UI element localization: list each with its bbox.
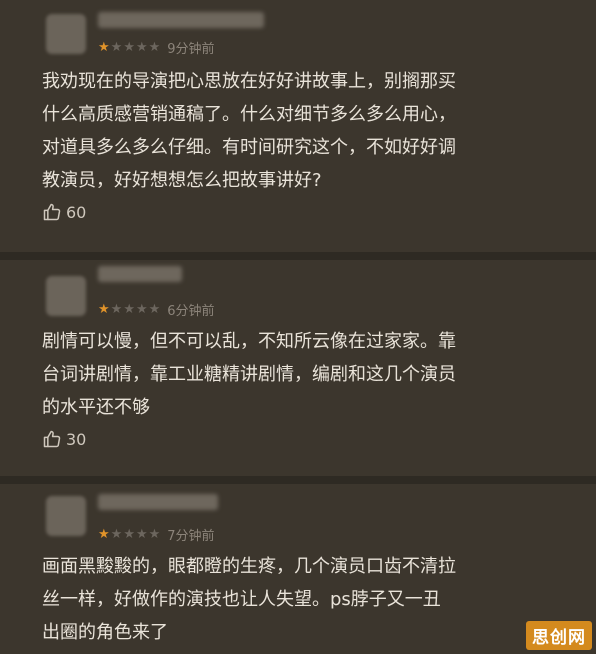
avatar[interactable]	[46, 496, 86, 536]
like-count: 30	[66, 429, 87, 449]
divider	[0, 476, 596, 484]
review-card: ★ ★ ★ ★ ★ 7分钟前 画面黑黢黢的，眼都瞪的生疼，几个演员口齿不清拉 丝…	[0, 484, 596, 654]
star-rating: ★ ★ ★ ★ ★	[98, 41, 161, 54]
star-icon: ★	[98, 526, 110, 542]
review-card: ★ ★ ★ ★ ★ 9分钟前 我劝现在的导演把心思放在好好讲故事上，别搁那买 什…	[0, 0, 596, 260]
username-blurred[interactable]	[98, 266, 182, 282]
star-icon: ★	[98, 39, 110, 55]
star-icon: ★	[123, 301, 135, 317]
star-icon: ★	[148, 526, 161, 542]
star-icon: ★	[110, 39, 123, 55]
divider	[0, 252, 596, 260]
star-icon: ★	[123, 39, 135, 55]
star-rating: ★ ★ ★ ★ ★	[98, 528, 161, 541]
review-time: 7分钟前	[167, 528, 215, 544]
star-icon: ★	[135, 301, 148, 317]
like-count: 60	[66, 202, 87, 222]
star-icon: ★	[98, 301, 110, 317]
like-button[interactable]: 60	[42, 201, 86, 223]
avatar[interactable]	[46, 14, 86, 54]
username-blurred[interactable]	[98, 494, 218, 510]
review-meta: ★ ★ ★ ★ ★ 6分钟前	[98, 300, 215, 319]
review-text: 我劝现在的导演把心思放在好好讲故事上，别搁那买 什么高质感营销通稿了。什么对细节…	[42, 71, 456, 191]
review-meta: ★ ★ ★ ★ ★ 7分钟前	[98, 525, 215, 544]
star-icon: ★	[148, 301, 161, 317]
review-text: 剧情可以慢，但不可以乱，不知所云像在过家家。靠 台词讲剧情，靠工业糖精讲剧情，编…	[42, 331, 456, 418]
star-icon: ★	[148, 39, 161, 55]
review-text: 画面黑黢黢的，眼都瞪的生疼，几个演员口齿不清拉 丝一样，好做作的演技也让人失望。…	[42, 556, 456, 643]
star-rating: ★ ★ ★ ★ ★	[98, 303, 161, 316]
star-icon: ★	[123, 526, 135, 542]
username-blurred[interactable]	[98, 12, 264, 28]
like-button[interactable]: 30	[42, 428, 86, 450]
review-meta: ★ ★ ★ ★ ★ 9分钟前	[98, 38, 215, 57]
thumbs-up-icon	[43, 203, 61, 221]
star-icon: ★	[135, 39, 148, 55]
site-watermark: 思创网	[526, 621, 592, 650]
review-card: ★ ★ ★ ★ ★ 6分钟前 剧情可以慢，但不可以乱，不知所云像在过家家。靠 台…	[0, 260, 596, 484]
star-icon: ★	[110, 526, 123, 542]
star-icon: ★	[110, 301, 123, 317]
review-time: 6分钟前	[167, 303, 215, 319]
thumbs-up-icon	[43, 430, 61, 448]
avatar[interactable]	[46, 276, 86, 316]
star-icon: ★	[135, 526, 148, 542]
review-time: 9分钟前	[167, 41, 215, 57]
